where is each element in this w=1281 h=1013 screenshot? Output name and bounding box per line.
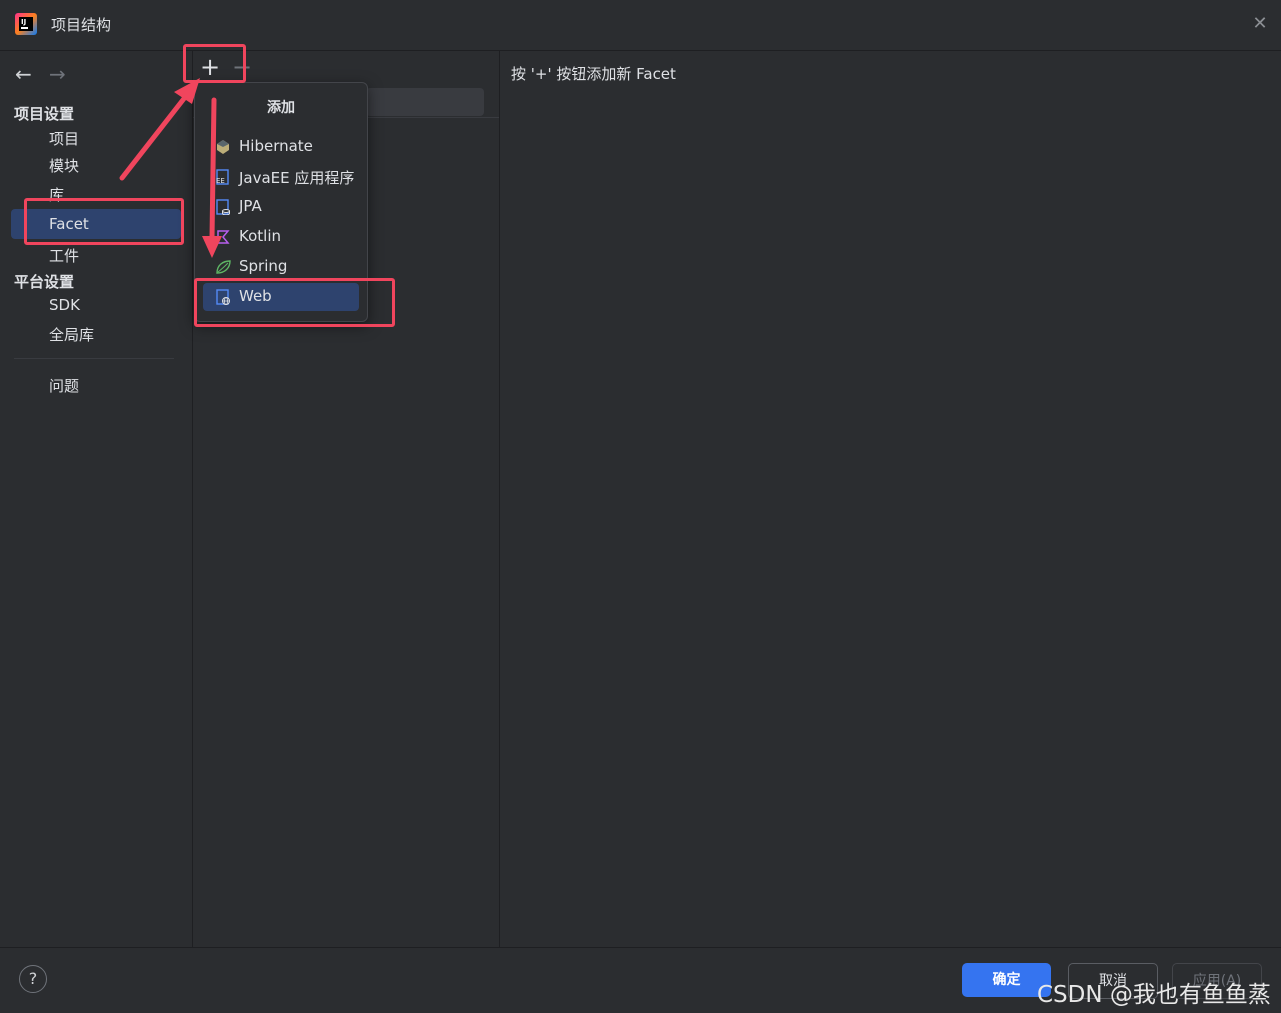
watermark: CSDN @我也有鱼鱼蒸	[1037, 982, 1271, 1008]
annotation-arrow-to-web	[202, 97, 222, 258]
annotation-arrow-to-add	[119, 78, 200, 181]
annotation-arrows	[119, 78, 222, 258]
